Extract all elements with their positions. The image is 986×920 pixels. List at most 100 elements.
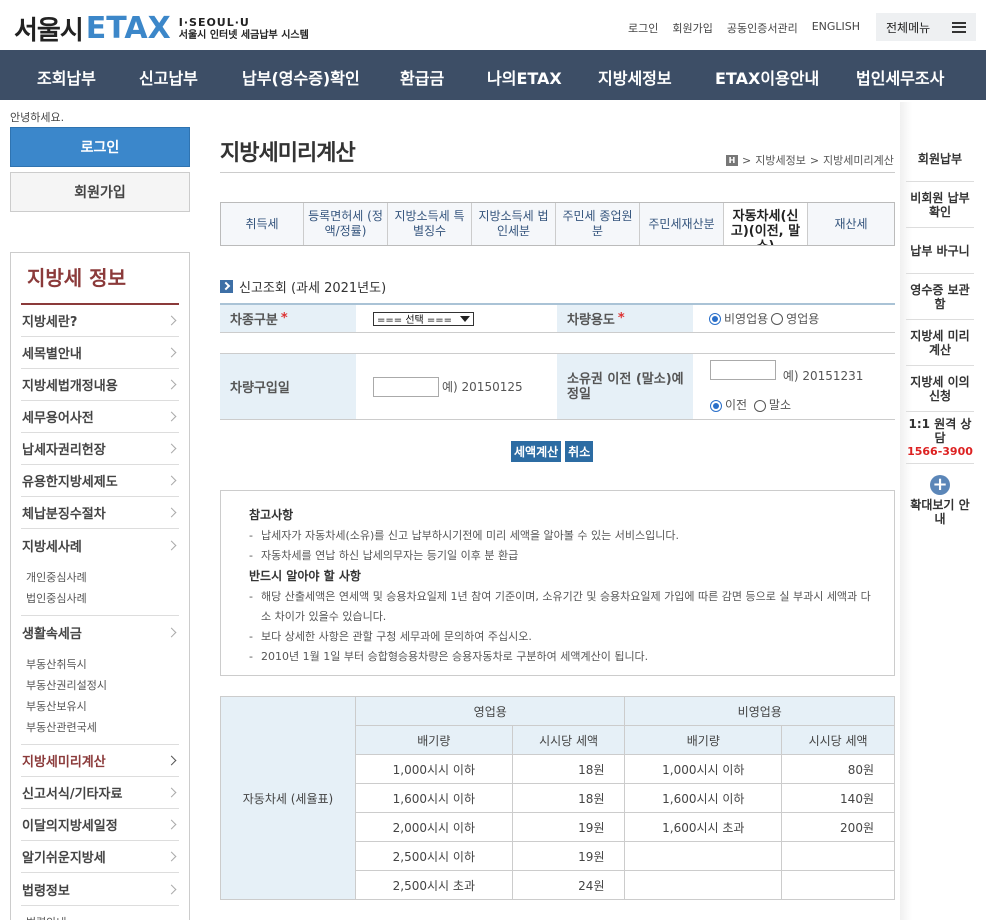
tab-resident-property[interactable]: 주민세재산분 [640,203,724,245]
logo-tagline: I·SEOUL·U [178,15,250,29]
gnb-item-lookup-pay[interactable]: 조회납부 [37,65,96,89]
tab-acquisition[interactable]: 취득세 [221,203,304,245]
notice-line: - 보다 상세한 사항은 관할 구청 세무과에 문의하여 주십시오. [249,627,880,647]
notice-line: -2010년 1월 1일 부터 승합형승용차량은 승용자동차로 구분하여 세액계… [249,647,880,667]
purchase-date-input[interactable] [373,376,439,397]
lnb-item-law-revision[interactable]: 지방세법개정내용 [21,369,179,401]
lnb-sub-item-corporate[interactable]: 법인중심사례 [26,588,179,609]
lnb-item-what-is[interactable]: 지방세란? [21,305,179,337]
chevron-right-icon [166,347,177,358]
transfer-date-input[interactable] [710,360,776,380]
lnb-item-label: 지방세사례 [22,539,82,555]
lnb-item-useful-systems[interactable]: 유용한지방세제도 [21,465,179,497]
lnb-item-label: 지방세미리계산 [22,755,106,770]
calculate-button[interactable]: 세액계산 [511,441,562,462]
lnb-item-law-info[interactable]: 법령정보 [21,873,179,905]
tab-resident-employee[interactable]: 주민세 종업원분 [556,203,640,245]
dash: - [249,650,253,663]
lnb-sub-item-individual[interactable]: 개인중심사례 [26,567,179,588]
tab-income-corporate[interactable]: 지방소득세 법인세분 [472,203,556,245]
lnb-item-forms[interactable]: 신고서식/기타자료 [21,777,179,809]
gnb-item-etax-guide[interactable]: ETAX이용안내 [715,65,819,89]
cell: 24원 [511,870,626,900]
lnb-item-living-tax[interactable]: 생활속세금 [21,616,179,648]
all-menu-button[interactable]: 전체메뉴 [876,13,976,41]
cell: 18원 [511,754,626,784]
lnb-sub-item-holding[interactable]: 부동산보유시 [26,696,179,717]
lnb-item-taxpayer-charter[interactable]: 납세자권리헌장 [21,433,179,465]
lnb-sub-item-national[interactable]: 부동산관련국세 [26,717,179,738]
chevron-right-icon [166,851,177,862]
util-cert-link[interactable]: 공동인증서관리 [727,20,798,36]
tab-vehicle-tax[interactable]: 자동차세(신고)(이전, 말소) [724,203,808,245]
lnb-item-easy-tax[interactable]: 알기쉬운지방세 [21,841,179,873]
quick-objection[interactable]: 지방세 이의신청 [906,366,974,412]
dash: - [249,549,253,562]
util-login-link[interactable]: 로그인 [628,20,658,36]
lnb-item-cases[interactable]: 지방세사례 [21,529,179,561]
cell: 1,600시시 초과 [624,812,783,842]
breadcrumb-item: > [809,153,820,167]
lnb-item-label: 세무용어사전 [22,411,94,426]
lnb-item-arrears-procedure[interactable]: 체납분징수절차 [21,497,179,529]
table-row: 자동차세 (세율표) 영업용 비영업용 [220,696,895,900]
lnb-sub-item-rights[interactable]: 부동산권리설정시 [26,675,179,696]
quick-remote-consult[interactable]: 1:1 원격 상담 1566-3900 [906,412,974,464]
radio-commercial[interactable] [771,312,784,325]
quick-zoom-guide[interactable]: + 확대보기 안내 [906,464,974,530]
plus-icon: + [930,474,950,495]
join-button[interactable]: 회원가입 [10,172,190,212]
rate-left-header: 자동차세 (세율표) [220,696,356,900]
radio-cancel-registration[interactable] [753,399,766,412]
notice-heading: 참고사항 [249,508,294,522]
quick-local-tax-precalc[interactable]: 지방세 미리계산 [906,320,974,366]
breadcrumb-item[interactable]: 지방세정보 [755,152,806,168]
tab-income-withholding[interactable]: 지방소득세 특별징수 [388,203,472,245]
gnb-item-refund[interactable]: 환급금 [400,65,444,89]
car-type-value: === 선택 === [377,315,453,326]
radio-non-commercial[interactable] [709,312,721,325]
notice-text: 해당 산출세액은 연세액 및 승용차요일제 1년 참여 기준이며, 소유기간 및… [261,590,871,623]
notice-content: 참고사항 - 납세자가 자동차세(소유)를 신고 납부하시기전에 미리 세액을 알… [235,505,880,667]
gnb-item-corporate-audit[interactable]: 법인세무조사 [856,65,944,89]
notice-line: - 자동차세를 연납 하신 납세의무자는 등기일 이후 분 환급 [249,546,880,566]
notice-text: 자동차세를 연납 하신 납세의무자는 등기일 이후 분 환급 [261,549,519,562]
gnb-item-receipt[interactable]: 납부(영수증)확인 [242,65,360,89]
radio-label: 비영업용 [724,312,769,326]
quick-guest-pay-check[interactable]: 비회원 납부확인 [906,182,974,228]
tab-property-tax[interactable]: 재산세 [808,203,894,245]
lnb-submenu-law: 법령안내 [21,905,179,920]
gnb-item-my-etax[interactable]: 나의ETAX [487,65,562,89]
cancel-button[interactable]: 취소 [565,441,594,462]
quick-member-pay[interactable]: 회원납부 [906,136,974,182]
util-english-link[interactable]: ENGLISH [812,20,860,36]
cell [781,841,895,871]
breadcrumb-item: > [742,153,752,167]
car-type-select[interactable]: === 선택 === [373,311,474,326]
chevron-right-icon [166,507,177,518]
home-icon[interactable]: H [726,154,738,166]
gnb-item-report-pay[interactable]: 신고납부 [139,65,198,89]
breadcrumb-item[interactable]: 지방세미리계산 [823,152,894,168]
lnb-item-precalc[interactable]: 지방세미리계산 [21,745,179,777]
tab-registration-license[interactable]: 등록면허세 (정액/정률) [304,203,388,245]
chevron-right-icon [166,411,177,422]
utility-links: 로그인 회원가입 공동인증서관리 ENGLISH [628,20,860,36]
site-logo[interactable]: 서울시 ETAX I·SEOUL·U 서울시 인터넷 세금납부 시스템 [14,10,309,47]
col-cc: 배기량 [355,725,513,755]
lnb-item-glossary[interactable]: 세무용어사전 [21,401,179,433]
lnb-item-tax-items[interactable]: 세목별안내 [21,337,179,369]
purchase-date-hint: 예) 20150125 [442,380,523,394]
notice-box: 참고사항 - 납세자가 자동차세(소유)를 신고 납부하시기전에 미리 세액을 알… [220,490,895,676]
chevron-right-icon [166,787,177,798]
quick-receipt-box[interactable]: 영수증 보관함 [906,274,974,320]
quick-pay-basket[interactable]: 납부 바구니 [906,228,974,274]
lnb-sub-item-law-guide[interactable]: 법령안내 [26,912,179,920]
gnb-item-local-tax-info[interactable]: 지방세정보 [598,65,672,89]
lnb-item-schedule[interactable]: 이달의지방세일정 [21,809,179,841]
util-join-link[interactable]: 회원가입 [672,20,712,36]
login-button[interactable]: 로그인 [10,127,190,167]
car-type-cell: === 선택 === [356,305,557,332]
lnb-sub-item-acquire[interactable]: 부동산취득시 [26,654,179,675]
radio-transfer[interactable] [710,399,722,412]
